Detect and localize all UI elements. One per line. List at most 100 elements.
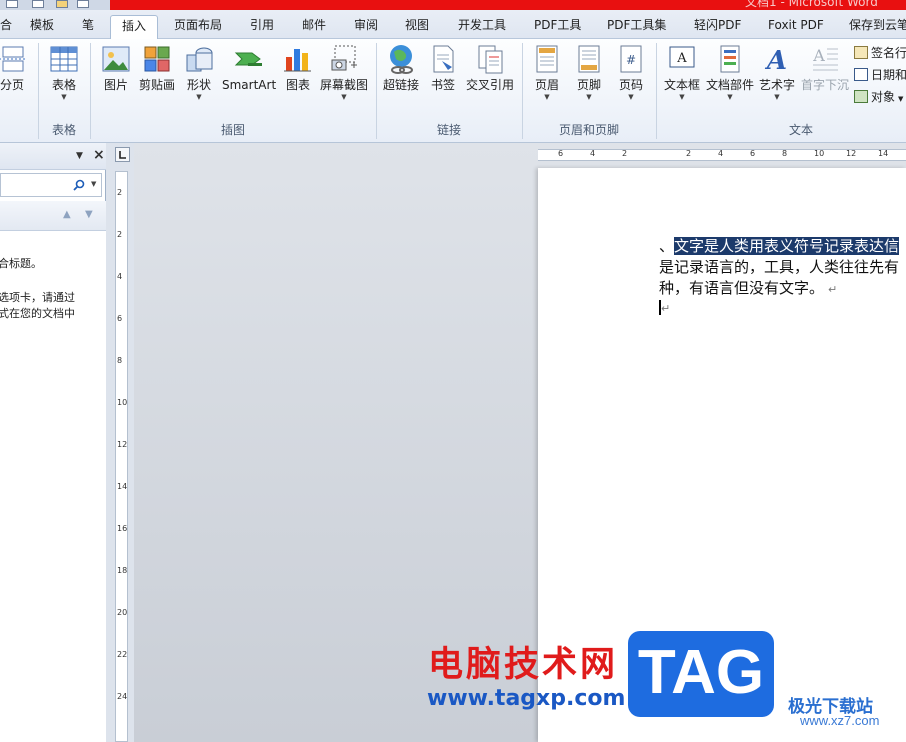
empty-paragraph[interactable]: ↵ <box>659 299 670 319</box>
tab-insert[interactable]: 插入 <box>110 15 158 39</box>
signature-icon <box>854 46 868 59</box>
header-button[interactable]: 页眉 ▼ <box>530 43 564 102</box>
date-time-button[interactable]: 日期和 <box>854 65 906 85</box>
textbox-icon: A <box>669 46 695 68</box>
vertical-ruler-column: 2 2 4 6 8 10 12 14 16 18 20 22 24 <box>106 143 134 742</box>
shapes-icon <box>186 47 213 72</box>
tab-review[interactable]: 审阅 <box>354 15 378 39</box>
ruler-tick-label: 8 <box>782 149 788 158</box>
object-button[interactable]: 对象 ▼ <box>854 87 903 107</box>
chart-icon <box>284 49 311 72</box>
tab-light-pdf[interactable]: 轻闪PDF <box>694 15 741 39</box>
hyperlink-button[interactable]: 超链接 <box>381 43 421 93</box>
smartart-button[interactable]: SmartArt <box>222 43 276 93</box>
hyperlink-icon <box>390 45 413 74</box>
ruler-tick-label: 16 <box>117 524 128 533</box>
textbox-button[interactable]: A 文本框 ▼ <box>662 43 702 102</box>
pane-options-icon[interactable]: ▼ <box>76 151 83 161</box>
ruler-tick-label: 24 <box>117 692 128 701</box>
dropdown-arrow-icon: ▼ <box>679 93 685 101</box>
quick-parts-button[interactable]: 文档部件 ▼ <box>705 43 755 102</box>
ruler-tick-label: 10 <box>814 149 825 158</box>
paragraph-mark-icon: ↵ <box>661 302 671 315</box>
nav-hint-line: 合标题。 <box>0 257 42 270</box>
tab-pen[interactable]: 笔 <box>82 15 94 39</box>
tab-pdf-tools[interactable]: PDF工具 <box>534 15 581 39</box>
undo-icon[interactable] <box>32 0 44 8</box>
smartart-icon <box>234 52 262 66</box>
close-icon[interactable]: × <box>93 147 105 163</box>
picture-button[interactable]: 图片 <box>98 43 134 93</box>
ruler-tick-label: 12 <box>846 149 857 158</box>
page-number-button[interactable]: # 页码 ▼ <box>614 43 648 102</box>
document-line-2[interactable]: 是记录语言的，工具，人类往往先有 <box>659 257 899 277</box>
ribbon-tabs: 合 模板 笔 插入 页面布局 引用 邮件 审阅 视图 开发工具 PDF工具 PD… <box>0 10 906 39</box>
clipart-button[interactable]: 剪贴画 <box>138 43 176 93</box>
cross-reference-button[interactable]: 交叉引用 <box>464 43 516 93</box>
tab-foxit-pdf[interactable]: Foxit PDF <box>768 15 824 39</box>
tab-save-to-cloud[interactable]: 保存到云笔 <box>849 15 906 39</box>
drop-cap-button[interactable]: A 首字下沉 <box>800 43 850 93</box>
tab-selector-button[interactable] <box>115 147 130 162</box>
tab-view[interactable]: 视图 <box>405 15 429 39</box>
footer-icon <box>578 45 600 73</box>
calendar-icon <box>854 68 868 81</box>
cross-reference-icon <box>478 45 503 74</box>
nav-hint-line: 式在您的文档中 <box>0 307 75 320</box>
bookmark-button[interactable]: 书签 <box>428 43 458 93</box>
document-line-3[interactable]: 种，有语言但没有文字。 ↵ <box>659 278 837 300</box>
vertical-ruler[interactable]: 2 2 4 6 8 10 12 14 16 18 20 22 24 <box>115 171 128 742</box>
navigation-pane: ▼ × ▼ ▲ ▼ 合标题。 选项卡，请通过 式在您的文档中 <box>0 143 106 742</box>
document-line-1[interactable]: 、文字是人类用表义符号记录表达信 <box>659 236 900 256</box>
next-heading-icon[interactable]: ▼ <box>85 209 93 220</box>
bookmark-icon <box>433 45 454 73</box>
previous-heading-icon[interactable]: ▲ <box>63 209 71 220</box>
screenshot-button[interactable]: 屏幕截图 ▼ <box>318 43 370 102</box>
customize-qat-icon[interactable] <box>97 0 105 8</box>
dropdown-arrow-icon: ▼ <box>628 93 634 101</box>
dropdown-arrow-icon: ▼ <box>774 93 780 101</box>
ruler-tick-label: 12 <box>117 440 128 449</box>
nav-pane-header: ▼ × <box>0 143 106 170</box>
tab-mailings[interactable]: 邮件 <box>302 15 326 39</box>
tab-page-layout[interactable]: 页面布局 <box>174 15 222 39</box>
text-prefix: 、 <box>659 237 675 255</box>
tab-partial[interactable]: 合 <box>0 15 12 39</box>
left-tab-icon <box>119 151 126 159</box>
dropdown-arrow-icon: ▼ <box>61 93 67 101</box>
group-label-header-footer: 页眉和页脚 <box>558 123 619 137</box>
open-icon[interactable] <box>56 0 68 8</box>
ruler-tick-label: 18 <box>117 566 128 575</box>
signature-line-button[interactable]: 签名行 <box>854 43 906 63</box>
ruler-tick-label: 14 <box>117 482 128 491</box>
chart-button[interactable]: 图表 <box>282 43 314 93</box>
horizontal-ruler[interactable]: 6 4 2 2 4 6 8 10 12 14 <box>538 149 906 161</box>
search-icon[interactable] <box>73 179 85 191</box>
search-options-icon[interactable]: ▼ <box>91 180 96 188</box>
tab-references[interactable]: 引用 <box>250 15 274 39</box>
screenshot-icon <box>331 45 357 71</box>
tab-template[interactable]: 模板 <box>30 15 54 39</box>
nav-browse-bar: ▲ ▼ <box>0 201 106 231</box>
group-label-text: 文本 <box>788 123 813 137</box>
tab-developer[interactable]: 开发工具 <box>458 15 506 39</box>
nav-hint-line: 选项卡，请通过 <box>0 291 75 304</box>
ruler-tick-label: 4 <box>718 149 724 158</box>
print-icon[interactable] <box>77 0 89 8</box>
dropdown-arrow-icon: ▼ <box>727 93 733 101</box>
wordart-button[interactable]: A 艺术字 ▼ <box>758 43 796 102</box>
shapes-button[interactable]: 形状 ▼ <box>182 43 216 102</box>
header-icon <box>536 45 558 73</box>
ruler-tick-label: 2 <box>117 188 123 197</box>
tab-pdf-toolset[interactable]: PDF工具集 <box>607 15 666 39</box>
page-break-button[interactable]: 分页 <box>0 43 28 93</box>
nav-pane-body: 合标题。 选项卡，请通过 式在您的文档中 <box>0 231 106 742</box>
footer-button[interactable]: 页脚 ▼ <box>572 43 606 102</box>
save-icon[interactable] <box>6 0 18 8</box>
group-label-illustrations: 插图 <box>220 123 245 137</box>
tag-badge-text: TAG <box>637 638 765 707</box>
table-button[interactable]: 表格 ▼ <box>46 43 82 102</box>
selected-text[interactable]: 文字是人类用表义符号记录表达信 <box>674 237 900 255</box>
ruler-tick-label: 6 <box>558 149 564 158</box>
nav-search-input[interactable]: ▼ <box>0 173 102 197</box>
